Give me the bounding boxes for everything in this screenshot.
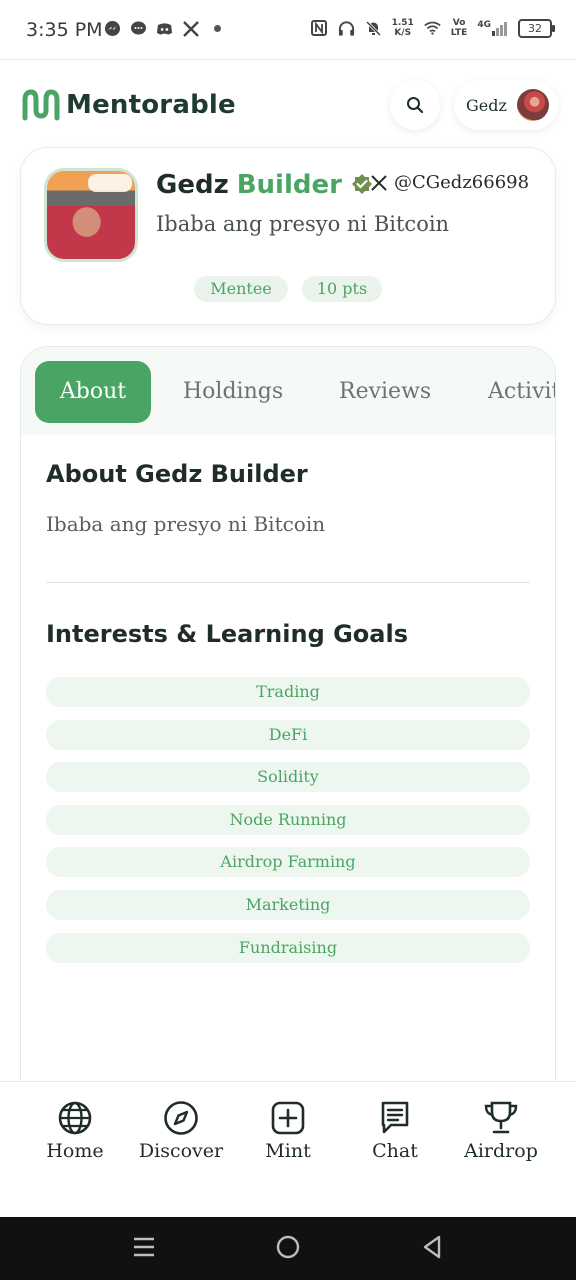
role-badge: Mentee: [194, 276, 288, 302]
interest-tag: Trading: [46, 677, 530, 707]
network-type: 4G: [477, 20, 491, 30]
battery-indicator: 32: [518, 18, 555, 38]
volte-top: Vo: [452, 18, 466, 28]
profile-first-name: Gedz: [156, 170, 229, 200]
interest-tag: DeFi: [46, 720, 530, 750]
nav-home-label: Home: [46, 1140, 104, 1162]
interest-tag: Airdrop Farming: [46, 847, 530, 877]
user-avatar: [516, 89, 549, 121]
recent-apps-button[interactable]: [129, 1232, 159, 1262]
x-logo-icon: [371, 174, 387, 191]
profile-tabs: About Holdings Reviews Activity: [21, 347, 555, 435]
notification-icons: [104, 20, 221, 37]
network-speed-unit: K/S: [394, 28, 412, 38]
globe-icon: [58, 1101, 92, 1135]
avatar-speech-bubble: [88, 174, 132, 192]
x-profile-link[interactable]: @CGedz66698: [370, 172, 529, 193]
mentorable-logo-icon: [22, 89, 60, 121]
tab-about[interactable]: About: [35, 361, 151, 423]
interests-section-title: Interests & Learning Goals: [46, 620, 408, 648]
search-button[interactable]: [390, 80, 440, 130]
back-triangle-icon: [423, 1235, 441, 1259]
back-system-button[interactable]: [417, 1232, 447, 1262]
tab-reviews[interactable]: Reviews: [339, 361, 431, 423]
profile-last-name: Builder: [236, 170, 342, 200]
nfc-icon: [311, 20, 328, 37]
menu-lines-icon: [134, 1237, 154, 1257]
status-time: 3:35 PM: [26, 19, 103, 41]
interest-tag: Solidity: [46, 762, 530, 792]
home-system-button[interactable]: [273, 1232, 303, 1262]
nav-airdrop[interactable]: Airdrop: [446, 1100, 556, 1162]
nav-chat-label: Chat: [372, 1140, 418, 1162]
plus-square-icon: [271, 1101, 305, 1135]
section-divider: [46, 582, 530, 583]
nav-airdrop-label: Airdrop: [464, 1140, 538, 1162]
chat-icon: [381, 1101, 409, 1134]
about-text: Ibaba ang presyo ni Bitcoin: [46, 512, 326, 536]
network-speed-value: 1.51: [391, 18, 414, 28]
volte-bottom: LTE: [450, 28, 468, 38]
volte-indicator: Vo LTE: [451, 18, 468, 38]
wifi-icon: [424, 20, 441, 37]
interest-tag: Node Running: [46, 805, 530, 835]
network-speed: 1.51 K/S: [392, 18, 414, 38]
nav-mint[interactable]: Mint: [233, 1100, 343, 1162]
trophy-icon: [484, 1101, 518, 1134]
nav-discover-label: Discover: [138, 1140, 224, 1162]
app-logo[interactable]: Mentorable: [22, 88, 236, 122]
messenger-icon: [104, 20, 121, 37]
nav-discover[interactable]: Discover: [126, 1100, 236, 1162]
status-bar: 3:35 PM 1.51 K/S Vo LTE 4G 32: [0, 0, 576, 60]
nav-home[interactable]: Home: [20, 1100, 130, 1162]
tab-holdings[interactable]: Holdings: [183, 361, 283, 423]
interest-tag: Marketing: [46, 890, 530, 920]
discord-icon: [156, 20, 173, 37]
mute-bell-icon: [365, 20, 382, 37]
interest-tag: Fundraising: [46, 933, 530, 963]
circle-home-icon: [276, 1235, 300, 1259]
user-chip-name: Gedz: [466, 95, 507, 115]
profile-name: Gedz Builder: [156, 170, 374, 200]
more-notifications-icon: [214, 25, 221, 32]
x-handle-text: @CGedz66698: [394, 172, 530, 193]
system-status: 1.51 K/S Vo LTE 4G 32: [311, 18, 555, 38]
headphones-icon: [338, 20, 355, 37]
nav-chat[interactable]: Chat: [340, 1100, 450, 1162]
compass-icon: [164, 1101, 198, 1135]
search-icon: [407, 97, 424, 114]
points-badge: 10 pts: [302, 276, 382, 302]
signal-icon: [492, 22, 507, 36]
about-section-title: About Gedz Builder: [46, 460, 308, 488]
tab-activity[interactable]: Activity: [488, 361, 555, 423]
user-menu-button[interactable]: Gedz: [454, 80, 558, 130]
profile-bio: Ibaba ang presyo ni Bitcoin: [156, 212, 450, 236]
logo-text: Mentorable: [66, 90, 236, 120]
signal-indicator: 4G: [477, 20, 508, 36]
nav-mint-label: Mint: [265, 1140, 311, 1162]
x-logo-icon: [182, 20, 199, 37]
chat-bubble-icon: [130, 20, 147, 37]
